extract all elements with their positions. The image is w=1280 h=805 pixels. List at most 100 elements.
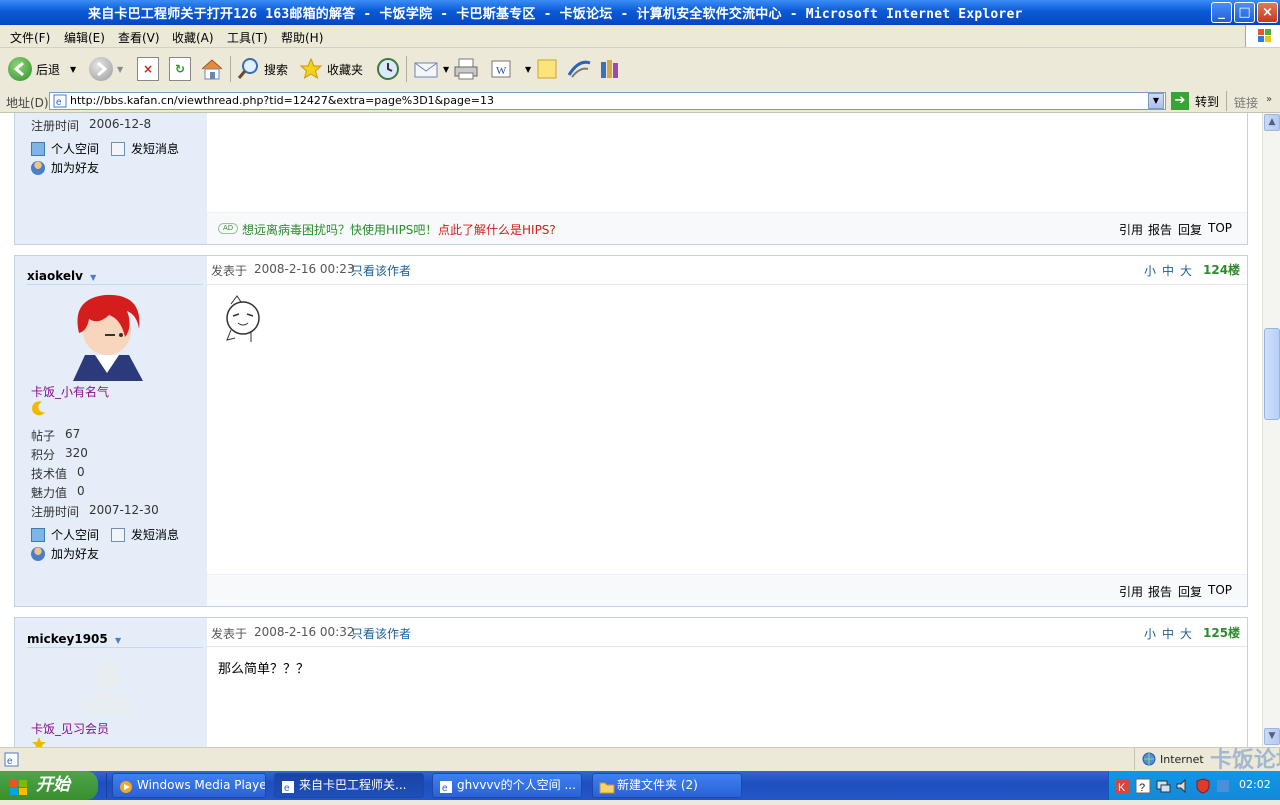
reply-button[interactable]: 回复 xyxy=(1178,221,1202,238)
user-menu-icon[interactable]: ▼ xyxy=(115,636,121,645)
favorites-button[interactable]: 收藏夹 xyxy=(299,55,363,83)
forward-button[interactable]: ▼ xyxy=(89,55,123,83)
task-personal-space[interactable]: e ghvvvv的个人空间 ... xyxy=(432,773,582,798)
go-button[interactable]: ➔ 转到 xyxy=(1171,92,1219,110)
ad-link-red[interactable]: 点此了解什么是HIPS? xyxy=(438,221,556,238)
task-ie-window[interactable]: e 来自卡巴工程师关... xyxy=(274,773,424,798)
menu-view[interactable]: 查看(V) xyxy=(118,29,160,46)
print-button[interactable] xyxy=(453,55,479,83)
send-message-label: 发短消息 xyxy=(131,528,180,542)
personal-space-link[interactable]: 个人空间 xyxy=(31,526,99,543)
address-separator xyxy=(1226,91,1227,111)
floor-number[interactable]: 125楼 xyxy=(1203,624,1240,641)
address-label: 地址(D) xyxy=(6,96,49,110)
menu-edit[interactable]: 编辑(E) xyxy=(64,29,105,46)
task-label: ghvvvv的个人空间 ... xyxy=(457,778,576,792)
volume-icon[interactable] xyxy=(1175,778,1191,797)
tray-flag-icon[interactable] xyxy=(1215,778,1231,797)
home-button[interactable] xyxy=(199,55,225,83)
quote-button[interactable]: 引用 xyxy=(1119,221,1143,238)
font-small-link[interactable]: 小 xyxy=(1144,262,1156,279)
research-button[interactable] xyxy=(598,55,624,83)
menu-bar: 文件(F) 编辑(E) 查看(V) 收藏(A) 工具(T) 帮助(H) xyxy=(0,25,1280,48)
personal-space-label: 个人空间 xyxy=(51,528,100,542)
quote-button[interactable]: 引用 xyxy=(1119,583,1143,600)
menu-tools[interactable]: 工具(T) xyxy=(227,29,268,46)
back-dropdown-icon[interactable]: ▼ xyxy=(70,65,76,74)
post-date: 2008-2-16 00:32 xyxy=(254,625,355,639)
minimize-button[interactable]: _ xyxy=(1211,2,1232,23)
mail-button[interactable]: ▼ xyxy=(413,55,449,83)
svg-text:W: W xyxy=(496,65,507,77)
floor-number[interactable]: 124楼 xyxy=(1203,261,1240,278)
only-author-link[interactable]: 只看该作者 xyxy=(351,262,411,279)
only-author-link[interactable]: 只看该作者 xyxy=(351,625,411,642)
username-link[interactable]: xiaokelv ▼ xyxy=(27,269,96,283)
stop-button[interactable]: × xyxy=(137,55,159,83)
scroll-thumb[interactable] xyxy=(1264,328,1280,420)
messenger-button[interactable] xyxy=(566,55,592,83)
scroll-up-button[interactable]: ▲ xyxy=(1264,114,1280,131)
user-add-icon xyxy=(31,160,45,175)
stat-label-points: 积分 xyxy=(31,448,56,462)
tray-app-icon[interactable]: K xyxy=(1115,778,1131,797)
personal-space-label: 个人空间 xyxy=(51,142,100,156)
stat-value-tech: 0 xyxy=(77,465,85,479)
reply-button[interactable]: 回复 xyxy=(1178,583,1202,600)
back-button[interactable]: 后退 ▼ xyxy=(8,55,76,83)
task-new-folder[interactable]: 新建文件夹 (2) xyxy=(592,773,742,798)
network-icon[interactable] xyxy=(1155,778,1171,797)
url-dropdown-icon[interactable]: ▼ xyxy=(1148,93,1164,109)
page-content: 注册时间 2006-12-8 个人空间 发短消息 加为好友 AD 想远离病毒困扰… xyxy=(0,113,1262,747)
clock[interactable]: 02:02 xyxy=(1239,778,1271,791)
task-windows-media-player[interactable]: Windows Media Player xyxy=(112,773,266,798)
send-message-link[interactable]: 发短消息 xyxy=(111,526,179,543)
security-shield-icon[interactable] xyxy=(1195,778,1211,797)
refresh-button[interactable]: ↻ xyxy=(169,55,191,83)
top-button[interactable]: TOP xyxy=(1208,583,1232,597)
edit-button[interactable]: W ▼ xyxy=(489,55,531,83)
task-label: 来自卡巴工程师关... xyxy=(299,778,407,792)
font-medium-link[interactable]: 中 xyxy=(1162,262,1174,279)
go-arrow-icon: ➔ xyxy=(1171,92,1189,110)
report-button[interactable]: 报告 xyxy=(1148,583,1172,600)
font-small-link[interactable]: 小 xyxy=(1144,625,1156,642)
add-friend-link[interactable]: 加为好友 xyxy=(31,159,99,176)
discuss-button[interactable] xyxy=(535,55,559,83)
svg-text:e: e xyxy=(442,783,448,794)
maximize-button[interactable]: □ xyxy=(1234,2,1255,23)
send-message-link[interactable]: 发短消息 xyxy=(111,140,179,157)
font-medium-link[interactable]: 中 xyxy=(1162,625,1174,642)
menu-favorites[interactable]: 收藏(A) xyxy=(172,29,214,46)
menu-file[interactable]: 文件(F) xyxy=(10,29,50,46)
url-input[interactable]: e http://bbs.kafan.cn/viewthread.php?tid… xyxy=(49,92,1166,110)
font-large-link[interactable]: 大 xyxy=(1180,625,1192,642)
stat-label-charm: 魅力值 xyxy=(31,486,68,500)
edit-dropdown-icon[interactable]: ▼ xyxy=(525,65,531,74)
menu-help[interactable]: 帮助(H) xyxy=(281,29,323,46)
add-friend-link[interactable]: 加为好友 xyxy=(31,545,99,562)
forward-dropdown-icon[interactable]: ▼ xyxy=(117,65,123,74)
default-avatar-icon xyxy=(75,654,141,719)
report-button[interactable]: 报告 xyxy=(1148,221,1172,238)
links-chevron-icon[interactable]: » xyxy=(1266,94,1272,105)
globe-icon xyxy=(1142,752,1156,769)
username-link[interactable]: mickey1905 ▼ xyxy=(27,632,121,646)
ad-link-green[interactable]: 想远离病毒困扰吗？快使用HIPS吧！ xyxy=(242,221,437,238)
history-button[interactable] xyxy=(375,55,401,83)
personal-space-link[interactable]: 个人空间 xyxy=(31,140,99,157)
start-button[interactable]: 开始 xyxy=(0,771,98,800)
links-label[interactable]: 链接 xyxy=(1234,94,1258,111)
user-menu-icon[interactable]: ▼ xyxy=(90,273,96,282)
previous-post: 注册时间 2006-12-8 个人空间 发短消息 加为好友 AD 想远离病毒困扰… xyxy=(14,113,1248,245)
font-large-link[interactable]: 大 xyxy=(1180,262,1192,279)
emoticon-image xyxy=(221,294,265,349)
search-button[interactable]: 搜索 xyxy=(236,55,288,83)
top-button[interactable]: TOP xyxy=(1208,221,1232,235)
vertical-scrollbar[interactable]: ▲ ▼ xyxy=(1262,113,1280,747)
send-message-label: 发短消息 xyxy=(131,142,180,156)
close-button[interactable]: × xyxy=(1257,2,1278,23)
help-icon[interactable]: ? xyxy=(1135,778,1151,797)
mail-dropdown-icon[interactable]: ▼ xyxy=(443,65,449,74)
stat-value-points: 320 xyxy=(65,446,88,460)
